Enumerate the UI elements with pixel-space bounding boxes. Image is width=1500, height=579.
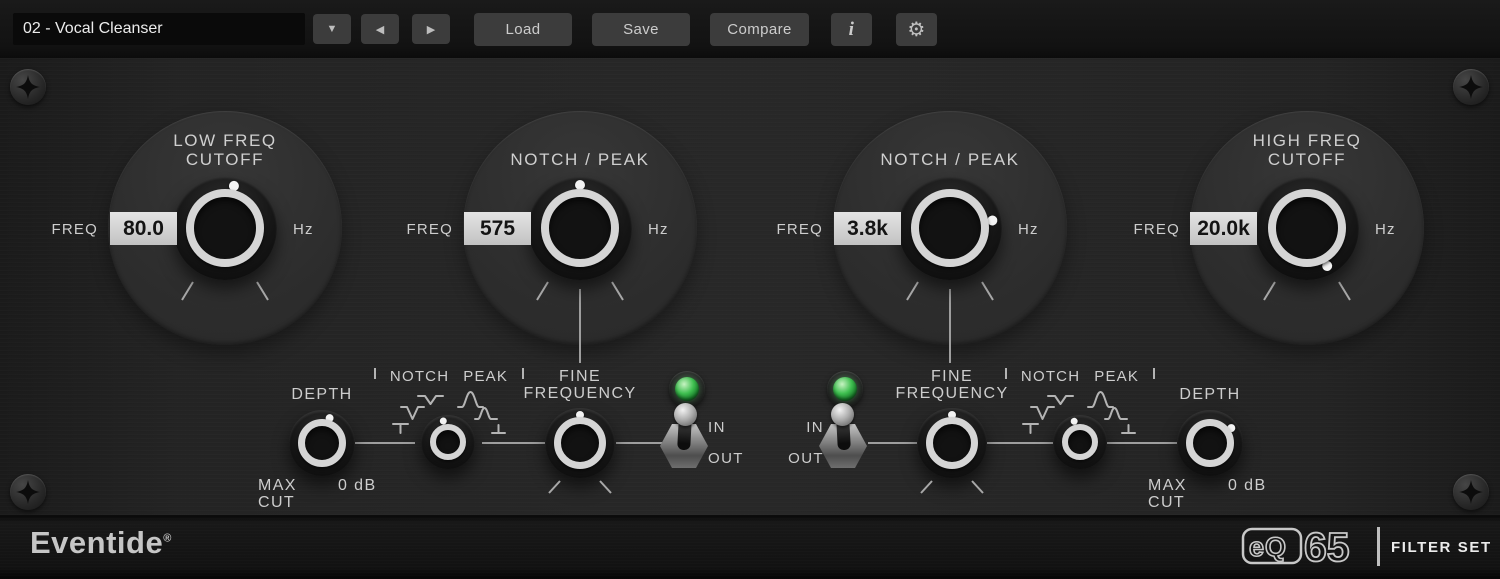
bracket-right-icon	[1153, 368, 1155, 379]
notch-peak-legend: NOTCH PEAK	[1014, 368, 1146, 385]
svg-text:65: 65	[1304, 524, 1350, 568]
notch-label: NOTCH	[390, 368, 449, 385]
arrow-left-icon: ◀	[376, 23, 384, 36]
eq65-plugin-window: 02 - Vocal Cleanser ▼ ◀ ▶ Load Save Comp…	[0, 0, 1500, 579]
info-icon: i	[849, 19, 855, 41]
high-cutoff-value[interactable]: 20.0k	[1190, 212, 1257, 245]
zero-db-label: 0 dB	[1228, 477, 1267, 495]
toggle-ball[interactable]	[674, 403, 697, 426]
next-preset-button[interactable]: ▶	[412, 14, 450, 44]
chevron-down-icon: ▼	[327, 23, 338, 35]
info-button[interactable]: i	[831, 13, 872, 46]
screw-icon	[1453, 69, 1489, 105]
notch2-title: NOTCH / PEAK	[840, 150, 1060, 169]
hz-label: Hz	[1375, 221, 1419, 238]
notch1-value[interactable]: 575	[464, 212, 531, 245]
bypass-led-right	[827, 371, 863, 407]
hz-label: Hz	[648, 221, 692, 238]
connector-line	[1107, 442, 1177, 444]
depth-knob-right[interactable]	[1177, 410, 1243, 476]
preset-name-field[interactable]: 02 - Vocal Cleanser	[13, 13, 305, 45]
freq-label: FREQ	[771, 221, 823, 238]
toggle-ball[interactable]	[831, 403, 854, 426]
frequency-label: FREQUENCY	[520, 385, 640, 403]
fine-freq-connector-line	[949, 289, 951, 363]
in-label: IN	[784, 419, 824, 436]
fine-label: FINE	[530, 368, 630, 386]
low-cutoff-value[interactable]: 80.0	[110, 212, 177, 245]
notch2-freq-knob[interactable]	[898, 176, 1002, 280]
connector-line	[987, 442, 1053, 444]
fine-label: FINE	[902, 368, 1002, 386]
high-cutoff-knob[interactable]	[1255, 176, 1359, 280]
bracket-right-icon	[522, 368, 524, 379]
max-label: MAX	[1148, 477, 1187, 495]
save-button[interactable]: Save	[592, 13, 690, 46]
cut-label: CUT	[258, 494, 295, 512]
connector-line	[868, 442, 917, 444]
notch1-freq-knob[interactable]	[528, 176, 632, 280]
compare-button[interactable]: Compare	[710, 13, 809, 46]
settings-button[interactable]: ⚙	[896, 13, 937, 46]
arrow-right-icon: ▶	[427, 23, 435, 36]
cut-label: CUT	[1148, 494, 1185, 512]
zero-db-label: 0 dB	[338, 477, 377, 495]
notch-peak-selector-left[interactable]	[421, 415, 475, 469]
freq-label: FREQ	[46, 221, 98, 238]
hz-label: Hz	[1018, 221, 1062, 238]
screw-icon	[10, 69, 46, 105]
registered-mark: ®	[163, 533, 172, 545]
out-label: OUT	[784, 450, 824, 467]
high-cutoff-title: HIGH FREQCUTOFF	[1197, 131, 1417, 169]
max-label: MAX	[258, 477, 297, 495]
peak-label: PEAK	[1094, 368, 1139, 385]
hz-label: Hz	[293, 221, 337, 238]
fine-freq-connector-line	[579, 289, 581, 363]
connector-line	[482, 442, 545, 444]
bypass-led-left	[669, 371, 705, 407]
in-label: IN	[708, 419, 726, 436]
out-label: OUT	[708, 450, 744, 467]
bracket-left-icon	[1005, 368, 1007, 379]
knob-ticks	[917, 478, 987, 498]
top-toolbar: 02 - Vocal Cleanser ▼ ◀ ▶ Load Save Comp…	[0, 0, 1500, 58]
freq-label: FREQ	[1128, 221, 1180, 238]
fine-frequency-knob-left[interactable]	[545, 408, 615, 478]
preset-name: 02 - Vocal Cleanser	[23, 20, 163, 38]
connector-line	[355, 442, 415, 444]
fine-frequency-knob-right[interactable]	[917, 408, 987, 478]
knob-ticks	[545, 478, 615, 498]
notch-peak-selector-right[interactable]	[1053, 415, 1107, 469]
screw-icon	[1453, 474, 1489, 510]
product-line-label: FILTER SET	[1391, 539, 1492, 556]
depth-label: DEPTH	[272, 386, 372, 404]
peak-label: PEAK	[463, 368, 508, 385]
load-button[interactable]: Load	[474, 13, 572, 46]
low-cutoff-knob[interactable]	[173, 176, 277, 280]
low-cutoff-title: LOW FREQCUTOFF	[115, 131, 335, 169]
notch-peak-legend: NOTCH PEAK	[383, 368, 515, 385]
prev-preset-button[interactable]: ◀	[361, 14, 399, 44]
depth-knob-left[interactable]	[289, 410, 355, 476]
frequency-label: FREQUENCY	[892, 385, 1012, 403]
notch-label: NOTCH	[1021, 368, 1080, 385]
logo-divider	[1377, 527, 1380, 566]
connector-line	[616, 442, 662, 444]
bracket-left-icon	[374, 368, 376, 379]
eq65-logo: eQ 65	[1240, 524, 1370, 568]
svg-text:eQ: eQ	[1249, 532, 1287, 562]
notch1-title: NOTCH / PEAK	[470, 150, 690, 169]
eventide-logo: Eventide®	[30, 525, 172, 561]
preset-dropdown-button[interactable]: ▼	[313, 14, 351, 44]
notch2-value[interactable]: 3.8k	[834, 212, 901, 245]
gear-icon: ⚙	[907, 17, 925, 42]
screw-icon	[10, 474, 46, 510]
freq-label: FREQ	[401, 221, 453, 238]
